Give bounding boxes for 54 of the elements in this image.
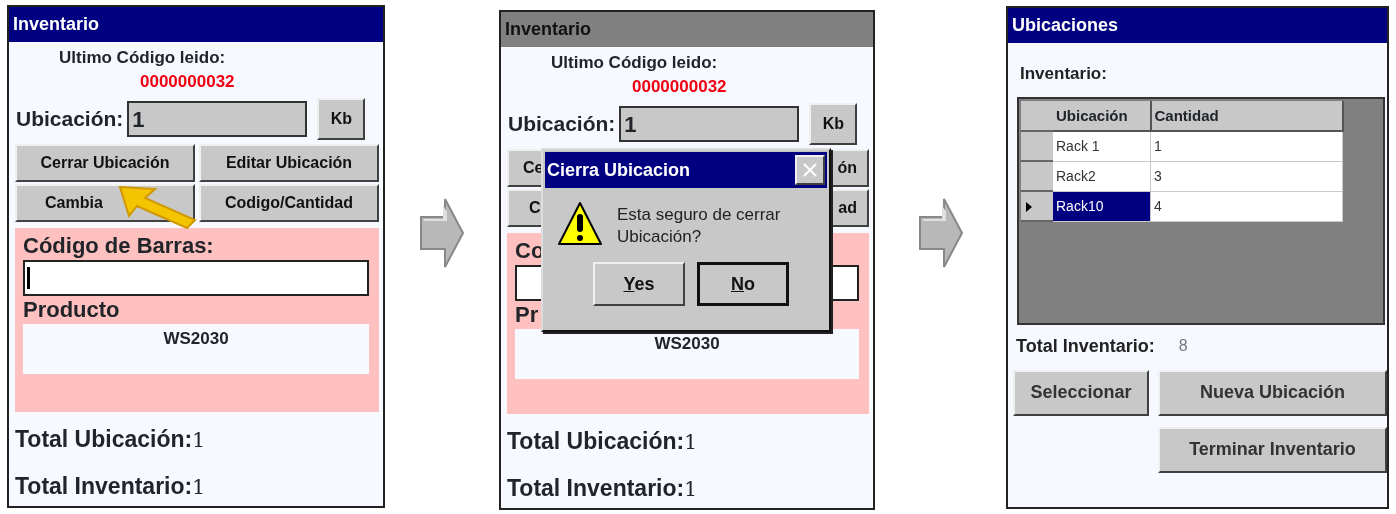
window-title: Ubicaciones — [1008, 8, 1387, 43]
action-button[interactable]: Cerrar Ubicación — [15, 144, 195, 182]
row-pointer-icon — [1025, 200, 1033, 213]
product-label: Producto — [23, 296, 121, 324]
action-button[interactable]: Editar Ubicación — [199, 144, 379, 182]
window-title: Inventario — [501, 12, 873, 47]
column-header: Cantidad — [1150, 101, 1343, 131]
total-label: Total Ubicación: — [15, 426, 193, 452]
total-value: 1 — [684, 430, 697, 454]
warning-icon — [557, 200, 603, 248]
inventory-label: Inventario: — [1019, 63, 1108, 85]
column-header: Ubicación — [1052, 101, 1151, 131]
window-title: Inventario — [9, 7, 383, 42]
last-code-label: Ultimo Código leido: — [550, 52, 719, 74]
keyboard-button[interactable]: Kb — [317, 98, 366, 140]
total-label: Total Inventario: — [15, 473, 193, 499]
table-cell: 1 — [1150, 131, 1343, 161]
row-header[interactable] — [1021, 191, 1053, 221]
row-header — [1021, 101, 1053, 131]
last-code-label: Ultimo Código leido: — [58, 47, 227, 69]
dialog-message: Esta seguro de cerrar Ubicación? — [617, 204, 782, 248]
product-value: WS2030 — [515, 329, 859, 379]
action-button[interactable]: Terminar Inventario — [1158, 426, 1387, 473]
total-value: 1 — [192, 475, 205, 499]
table-cell: Rack10 — [1052, 191, 1151, 221]
product-value: WS2030 — [23, 324, 369, 374]
location-label: Ubicación: — [16, 106, 124, 133]
table-cell: Rack 1 — [1052, 131, 1151, 161]
barcode-label: Código de Barras: — [23, 232, 215, 260]
total-value: 1 — [684, 477, 697, 501]
total-value: 8 — [1178, 336, 1188, 356]
close-icon — [801, 161, 819, 179]
dialog-button[interactable]: Yes — [593, 262, 685, 306]
action-button[interactable]: Nueva Ubicación — [1158, 369, 1387, 416]
product-label: Pr — [515, 301, 540, 329]
location-label: Ubicación: — [508, 111, 616, 138]
action-button[interactable]: Seleccionar — [1013, 369, 1149, 416]
table-cell: 4 — [1150, 191, 1343, 221]
dialog-title: Cierra Ubicacion — [547, 158, 691, 182]
total-label: Total Inventario: — [507, 475, 685, 501]
last-code-value: 0000000032 — [139, 71, 236, 93]
table-cell: 3 — [1150, 161, 1343, 191]
total-label: Total Ubicación: — [507, 428, 685, 454]
dialog-button[interactable]: No — [697, 262, 789, 306]
location-field[interactable]: 1 — [127, 101, 308, 137]
keyboard-button[interactable]: Kb — [809, 103, 858, 145]
last-code-value: 0000000032 — [631, 76, 728, 98]
action-button[interactable]: Codigo/Cantidad — [199, 184, 379, 222]
barcode-field[interactable] — [23, 260, 369, 296]
location-field[interactable]: 1 — [619, 106, 800, 142]
total-value: 1 — [192, 428, 205, 452]
total-label: Total Inventario: — [1016, 334, 1155, 358]
table-cell: Rack2 — [1052, 161, 1151, 191]
close-button[interactable] — [795, 155, 825, 185]
